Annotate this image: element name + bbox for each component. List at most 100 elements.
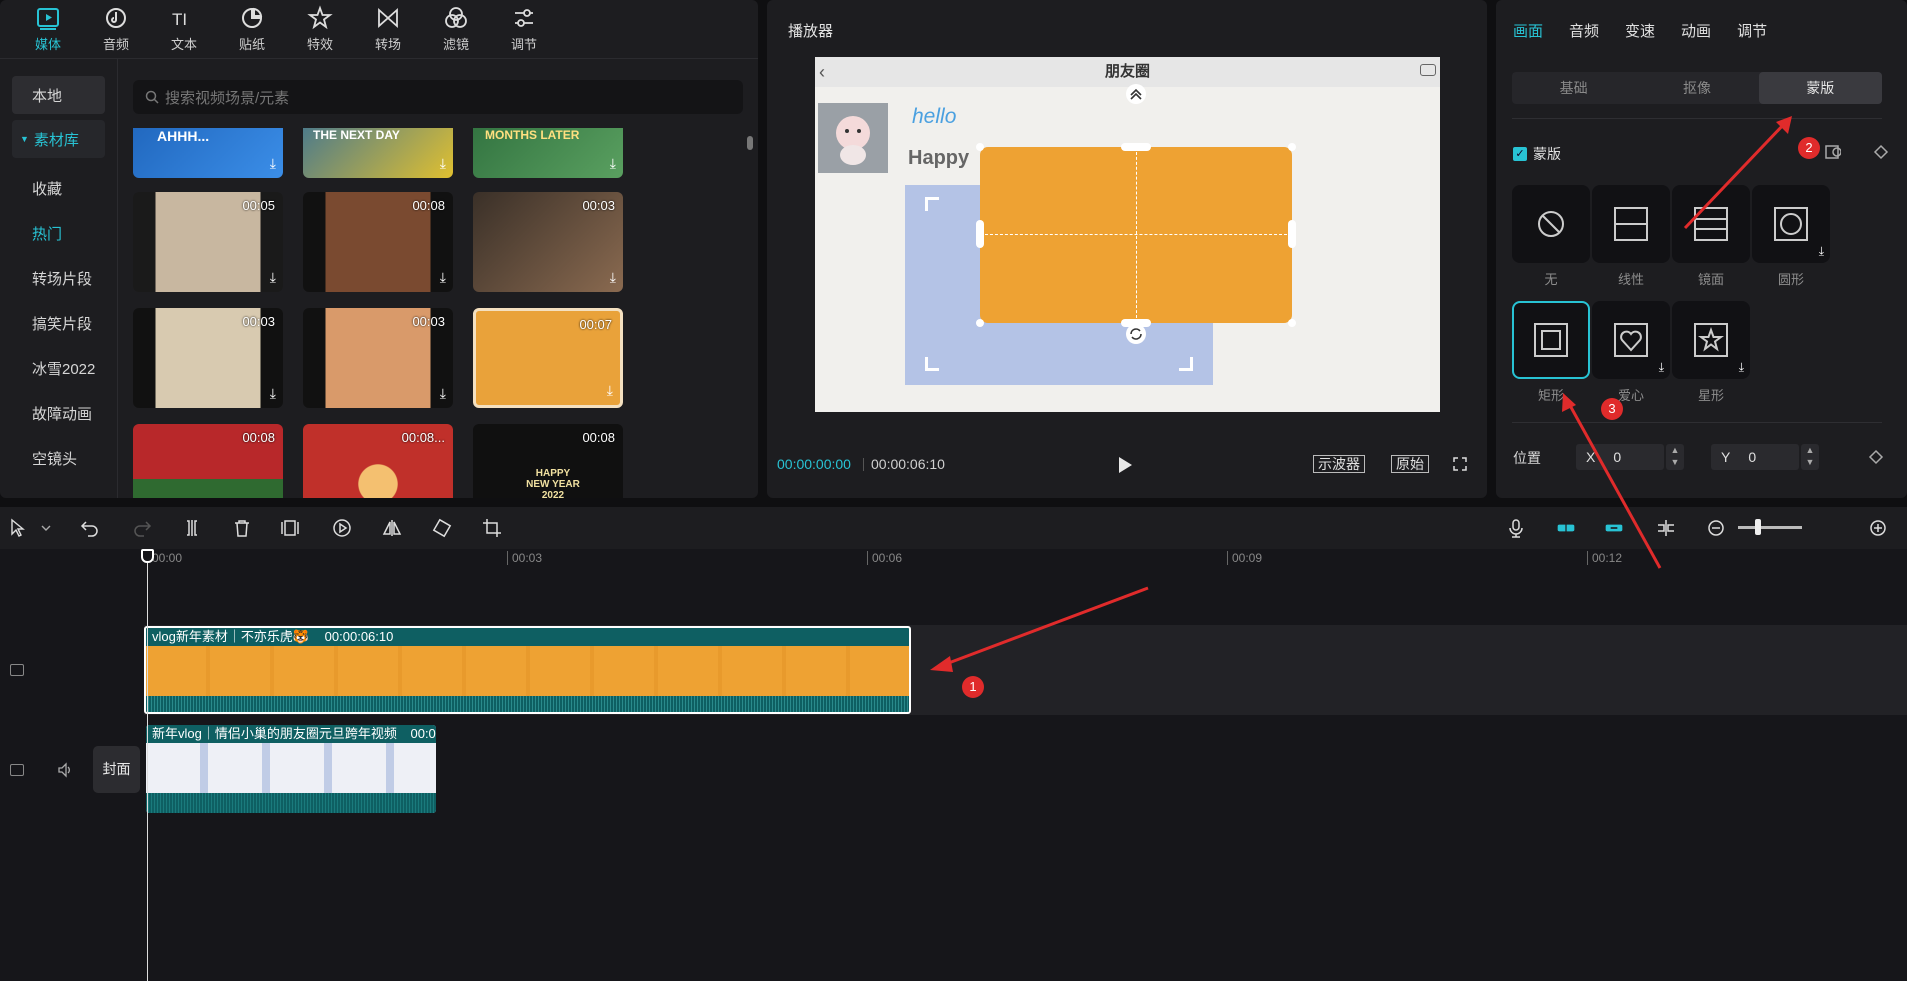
media-thumbnail[interactable]: 00:03 ⤓	[133, 308, 283, 408]
tab-filter[interactable]: 滤镜	[422, 0, 490, 58]
checkbox-checked-icon[interactable]: ✓	[1513, 147, 1527, 161]
download-icon[interactable]: ⤓	[440, 385, 446, 402]
mask-toggle[interactable]: ✓ 蒙版	[1513, 144, 1561, 164]
download-icon[interactable]: ⤓	[440, 269, 446, 286]
tab-speed[interactable]: 变速	[1625, 20, 1655, 41]
download-icon[interactable]: ⤓	[607, 382, 613, 399]
mask-tile[interactable]: ⤓	[1752, 185, 1830, 263]
corner-handle[interactable]	[1288, 143, 1296, 151]
playhead[interactable]	[147, 549, 148, 981]
media-thumbnail[interactable]: 00:03 ⤓	[303, 308, 453, 408]
media-thumbnail[interactable]: 00:03 ⤓	[473, 192, 623, 292]
scope-button[interactable]: 示波器	[1313, 455, 1365, 473]
redo-icon[interactable]	[132, 518, 152, 538]
rotate-icon[interactable]	[432, 518, 452, 538]
crop-icon[interactable]	[482, 518, 502, 538]
search-input[interactable]: 搜索视频场景/元素	[133, 80, 743, 114]
tab-adjust[interactable]: 调节	[490, 0, 558, 58]
mask-tile[interactable]: ⤓	[1672, 301, 1750, 379]
mask-option-star[interactable]: ⤓ 星形	[1672, 301, 1750, 404]
freeze-frame-icon[interactable]	[280, 518, 300, 538]
mask-option-heart[interactable]: ⤓ 爱心	[1592, 301, 1670, 404]
x-stepper[interactable]: ▲ ▼	[1666, 444, 1684, 470]
tab-sticker[interactable]: 贴纸	[218, 0, 286, 58]
feather-handle-icon[interactable]	[1125, 83, 1147, 105]
media-thumbnail[interactable]: 00:08 HAPPY NEW YEAR 2022	[473, 424, 623, 498]
download-icon[interactable]: ⤓	[1819, 244, 1824, 259]
auto-snap-icon[interactable]	[1556, 518, 1580, 538]
resize-handle-right[interactable]	[1288, 220, 1296, 248]
keyframe-diamond-icon[interactable]	[1873, 144, 1889, 160]
microphone-icon[interactable]	[1506, 518, 1526, 538]
corner-handle[interactable]	[1288, 319, 1296, 327]
mirror-icon[interactable]	[382, 518, 402, 538]
mask-option-rectangle[interactable]: 矩形	[1512, 301, 1590, 404]
tab-effects[interactable]: 特效	[286, 0, 354, 58]
tab-basic[interactable]: 基础	[1512, 72, 1635, 104]
video-clip[interactable]: 新年vlog｜情侣小巢的朋友圈元旦跨年视频 00:0	[146, 725, 436, 813]
delete-icon[interactable]	[232, 518, 252, 538]
invert-mask-icon[interactable]	[1825, 144, 1841, 160]
tab-cutout[interactable]: 抠像	[1635, 72, 1758, 104]
tab-adjust[interactable]: 调节	[1737, 20, 1767, 41]
tab-text[interactable]: TI 文本	[150, 0, 218, 58]
sidebar-item-funny-clips[interactable]: 搞笑片段	[0, 301, 117, 346]
original-ratio-button[interactable]: 原始	[1391, 455, 1429, 473]
media-thumbnail[interactable]: THE NEXT DAY ⤓	[303, 128, 453, 178]
resize-handle-top[interactable]	[1121, 143, 1151, 151]
rotate-handle-icon[interactable]	[1125, 323, 1147, 345]
sidebar-item-empty-shot[interactable]: 空镜头	[0, 436, 117, 481]
speaker-icon[interactable]	[57, 762, 73, 778]
mask-tile[interactable]	[1512, 301, 1590, 379]
zoom-in-icon[interactable]	[1868, 518, 1888, 538]
tab-media[interactable]: 媒体	[14, 0, 82, 58]
resize-handle-left[interactable]	[976, 220, 984, 248]
tab-audio[interactable]: 音频	[1569, 20, 1599, 41]
tab-audio[interactable]: 音频	[82, 0, 150, 58]
preview-axis-icon[interactable]	[1656, 518, 1676, 538]
corner-handle[interactable]	[976, 319, 984, 327]
zoom-out-icon[interactable]	[1706, 518, 1726, 538]
time-ruler[interactable]: 00:00 00:03 00:06 00:09 00:12	[0, 549, 1907, 569]
sidebar-item-hot[interactable]: 热门	[0, 211, 117, 256]
playhead-handle[interactable]	[141, 549, 154, 563]
sidebar-item-transition-clips[interactable]: 转场片段	[0, 256, 117, 301]
media-thumbnail[interactable]: 00:08 ⤓	[303, 192, 453, 292]
sidebar-item-local[interactable]: 本地	[12, 76, 105, 114]
mask-tile[interactable]	[1512, 185, 1590, 263]
tab-picture[interactable]: 画面	[1513, 20, 1543, 41]
download-icon[interactable]: ⤓	[1659, 360, 1664, 375]
reverse-play-icon[interactable]	[332, 518, 352, 538]
media-thumbnail[interactable]: 00:07 ⤓	[473, 308, 623, 408]
download-icon[interactable]: ⤓	[610, 269, 616, 286]
sidebar-item-library[interactable]: ▼ 素材库	[12, 120, 105, 158]
download-icon[interactable]: ⤓	[270, 269, 276, 286]
mask-tile[interactable]: ⤓	[1592, 301, 1670, 379]
chevron-down-icon[interactable]	[36, 518, 51, 538]
sidebar-item-favorites[interactable]: 收藏	[0, 166, 117, 211]
mask-tile[interactable]	[1672, 185, 1750, 263]
download-icon[interactable]: ⤓	[270, 155, 276, 172]
tab-animation[interactable]: 动画	[1681, 20, 1711, 41]
undo-icon[interactable]	[80, 518, 100, 538]
split-icon[interactable]	[182, 518, 202, 538]
mask-tile[interactable]	[1592, 185, 1670, 263]
corner-handle[interactable]	[976, 143, 984, 151]
position-x-field[interactable]: X 0	[1576, 444, 1664, 470]
scrollbar-thumb[interactable]	[747, 136, 753, 150]
download-icon[interactable]: ⤓	[1739, 360, 1744, 375]
sidebar-item-snow-2022[interactable]: 冰雪2022	[0, 346, 117, 391]
mask-option-circle[interactable]: ⤓ 圆形	[1752, 185, 1830, 288]
keyframe-diamond-icon[interactable]	[1868, 449, 1884, 465]
media-thumbnail[interactable]: 00:05 ⤓	[133, 192, 283, 292]
media-thumbnail[interactable]: MONTHS LATER ⤓	[473, 128, 623, 178]
media-thumbnail[interactable]: 00:08...	[303, 424, 453, 498]
mask-option-mirror[interactable]: 镜面	[1672, 185, 1750, 288]
fullscreen-icon[interactable]	[1453, 457, 1467, 471]
download-icon[interactable]: ⤓	[610, 155, 616, 172]
video-clip-selected[interactable]: vlog新年素材｜不亦乐虎🐯 00:00:06:10	[144, 626, 911, 714]
select-cursor-icon[interactable]	[8, 518, 28, 538]
tab-transition[interactable]: 转场	[354, 0, 422, 58]
zoom-slider-handle[interactable]	[1755, 519, 1761, 535]
tab-mask[interactable]: 蒙版	[1758, 72, 1882, 104]
